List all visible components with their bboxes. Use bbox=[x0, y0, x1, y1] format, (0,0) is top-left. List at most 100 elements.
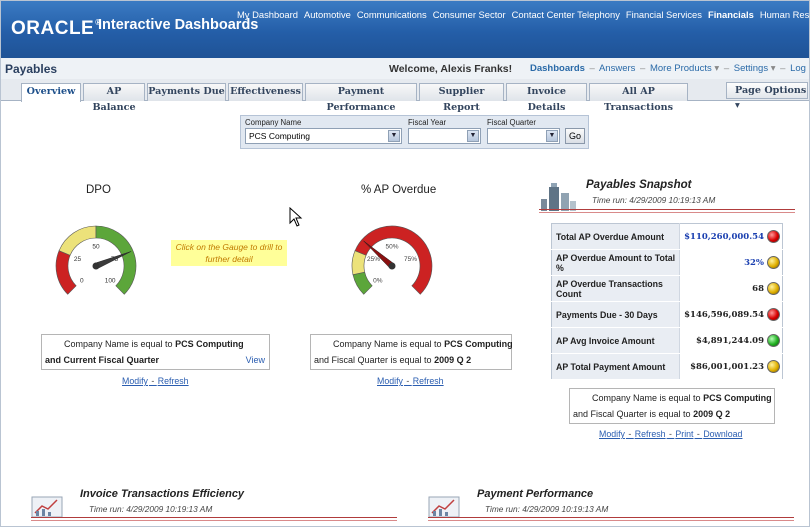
chevron-down-icon[interactable]: ▾ bbox=[714, 63, 719, 74]
dpo-links: Modify - Refresh bbox=[122, 376, 189, 386]
fiscal-quarter-select[interactable]: ▼ bbox=[487, 128, 560, 144]
section-divider bbox=[428, 520, 794, 521]
dashboard-link[interactable]: My Dashboard bbox=[237, 9, 298, 20]
page-options-button[interactable]: Page Options ▾ bbox=[726, 82, 808, 111]
modify-link[interactable]: Modify bbox=[122, 376, 148, 386]
table-row: Total AP Overdue Amount $110,260,000.54 bbox=[551, 223, 783, 250]
dashboard-links: My Dashboard Automotive Communications Cons… bbox=[237, 9, 809, 22]
top-header: ORACLE® Interactive Dashboards My Dashbo… bbox=[1, 1, 809, 58]
more-products-menu[interactable]: More Products bbox=[650, 63, 712, 74]
dashboard-link[interactable]: Human Resources bbox=[760, 9, 809, 20]
dpo-gauge[interactable]: 0255075100 bbox=[41, 211, 151, 307]
metric-value: $86,001,001.23 bbox=[690, 362, 764, 372]
status-light-red-icon bbox=[767, 308, 780, 321]
metric-value-cell[interactable]: $110,260,000.54 bbox=[679, 223, 783, 250]
global-links: Dashboards – Answers – More Products ▾ –… bbox=[530, 63, 809, 74]
modify-link[interactable]: Modify bbox=[377, 376, 403, 386]
metric-label: Total AP Overdue Amount bbox=[551, 223, 680, 250]
download-link[interactable]: Download bbox=[703, 429, 742, 439]
building-chart-icon bbox=[541, 183, 576, 211]
tab-all-ap-transactions[interactable]: All AP Transactions bbox=[589, 83, 688, 113]
tab-overview[interactable]: Overview bbox=[21, 83, 81, 102]
filter-text: Company Name is equal to bbox=[592, 393, 701, 403]
snapshot-filter-line1: Company Name is equal to PCS Computing bbox=[592, 393, 772, 403]
status-light-yellow-icon bbox=[767, 282, 780, 295]
dashboard-link[interactable]: Consumer Sector bbox=[433, 9, 506, 20]
dashboard-link[interactable]: Communications bbox=[357, 9, 427, 20]
welcome-message: Welcome, Alexis Franks! bbox=[389, 63, 513, 75]
refresh-link[interactable]: Refresh bbox=[635, 429, 666, 439]
metric-value: 68 bbox=[752, 284, 764, 294]
tab-payments-due[interactable]: Payments Due bbox=[147, 83, 226, 101]
modify-link[interactable]: Modify bbox=[599, 429, 625, 439]
answers-link[interactable]: Answers bbox=[599, 63, 635, 74]
dashboard-link[interactable]: Financials bbox=[708, 9, 754, 20]
sub-header: Payables Welcome, Alexis Franks! Dashboa… bbox=[1, 58, 809, 79]
metric-value-cell[interactable]: $4,891,244.09 bbox=[679, 327, 783, 354]
payment-performance-title: Payment Performance bbox=[477, 488, 594, 500]
metric-value-cell[interactable]: $146,596,089.54 bbox=[679, 301, 783, 328]
refresh-link[interactable]: Refresh bbox=[158, 376, 189, 386]
dashboard-link[interactable]: Contact Center Telephony bbox=[512, 9, 620, 20]
settings-menu[interactable]: Settings bbox=[734, 63, 768, 74]
mouse-cursor-icon bbox=[289, 207, 303, 227]
chart-report-icon bbox=[31, 496, 63, 518]
dashboard-link[interactable]: Automotive bbox=[304, 9, 351, 20]
tab-payment-performance[interactable]: Payment Performance bbox=[305, 83, 417, 113]
metric-value-cell[interactable]: 68 bbox=[679, 275, 783, 302]
chevron-down-icon[interactable]: ▼ bbox=[546, 130, 558, 142]
snapshot-links: Modify - Refresh - Print - Download bbox=[599, 429, 743, 439]
go-button[interactable]: Go bbox=[565, 128, 585, 144]
snapshot-filter-line2: and Fiscal Quarter is equal to 2009 Q 2 bbox=[573, 409, 730, 419]
logout-link[interactable]: Log Out bbox=[790, 63, 809, 74]
overdue-links: Modify - Refresh bbox=[377, 376, 444, 386]
table-row: AP Avg Invoice Amount $4,891,244.09 bbox=[551, 327, 783, 354]
chevron-down-icon[interactable]: ▾ bbox=[771, 63, 776, 74]
tab-effectiveness[interactable]: Effectiveness bbox=[228, 83, 303, 101]
metric-value-cell[interactable]: 32% bbox=[679, 249, 783, 276]
table-row: Payments Due - 30 Days $146,596,089.54 bbox=[551, 301, 783, 328]
table-row: AP Overdue Transactions Count 68 bbox=[551, 275, 783, 302]
dpo-filter-line1: Company Name is equal to PCS Computing bbox=[64, 339, 244, 349]
dashboard-link[interactable]: Financial Services bbox=[626, 9, 702, 20]
fiscal-quarter-label: Fiscal Quarter bbox=[487, 118, 536, 127]
dashboards-menu[interactable]: Dashboards bbox=[530, 63, 585, 74]
status-light-yellow-icon bbox=[767, 360, 780, 373]
snapshot-divider bbox=[539, 212, 795, 213]
gauge-tick-label: 25% bbox=[367, 256, 380, 263]
chevron-down-icon[interactable]: ▼ bbox=[388, 130, 400, 142]
dpo-title: DPO bbox=[86, 184, 111, 196]
refresh-link[interactable]: Refresh bbox=[413, 376, 444, 386]
chevron-down-icon[interactable]: ▼ bbox=[467, 130, 479, 142]
tab-supplier-report[interactable]: Supplier Report bbox=[419, 83, 504, 113]
overdue-filter-line2: and Fiscal Quarter is equal to 2009 Q 2 bbox=[314, 355, 471, 365]
ap-overdue-gauge[interactable]: 0% 25% 50% 75% bbox=[337, 211, 447, 307]
section-divider bbox=[31, 517, 397, 518]
print-link[interactable]: Print bbox=[675, 429, 693, 439]
snapshot-table: Total AP Overdue Amount $110,260,000.54 AP… bbox=[551, 223, 783, 380]
filter-text: Company Name is equal to bbox=[64, 339, 173, 349]
gauge-tick-label: 0 bbox=[80, 278, 84, 285]
snapshot-divider bbox=[539, 209, 795, 210]
gauge-tick-label: 75% bbox=[404, 256, 417, 263]
tab-invoice-details[interactable]: Invoice Details bbox=[506, 83, 587, 113]
company-name-select[interactable]: PCS Computing ▼ bbox=[245, 128, 402, 144]
page-title: Payables bbox=[5, 62, 58, 76]
section-divider bbox=[31, 520, 397, 521]
filter-company: PCS Computing bbox=[175, 339, 244, 349]
page-options-label: Page Options bbox=[735, 85, 807, 96]
view-link[interactable]: View bbox=[246, 355, 265, 365]
filter-quarter: 2009 Q 2 bbox=[434, 355, 472, 365]
logo-text: ORACLE bbox=[11, 18, 95, 39]
filter-company: PCS Computing bbox=[444, 339, 513, 349]
invoice-efficiency-time: Time run: 4/29/2009 10:19:13 AM bbox=[89, 504, 213, 514]
payment-performance-time: Time run: 4/29/2009 10:19:13 AM bbox=[485, 504, 609, 514]
metric-value-cell[interactable]: $86,001,001.23 bbox=[679, 353, 783, 380]
fiscal-year-select[interactable]: ▼ bbox=[408, 128, 481, 144]
tab-ap-balance[interactable]: AP Balance bbox=[83, 83, 145, 113]
oracle-logo[interactable]: ORACLE® bbox=[11, 18, 102, 40]
gauge-tick-label: 50% bbox=[385, 244, 398, 251]
metric-value: $146,596,089.54 bbox=[684, 310, 764, 320]
filter-and: and Fiscal Quarter is equal to bbox=[314, 355, 432, 365]
chevron-down-icon: ▾ bbox=[735, 100, 740, 111]
